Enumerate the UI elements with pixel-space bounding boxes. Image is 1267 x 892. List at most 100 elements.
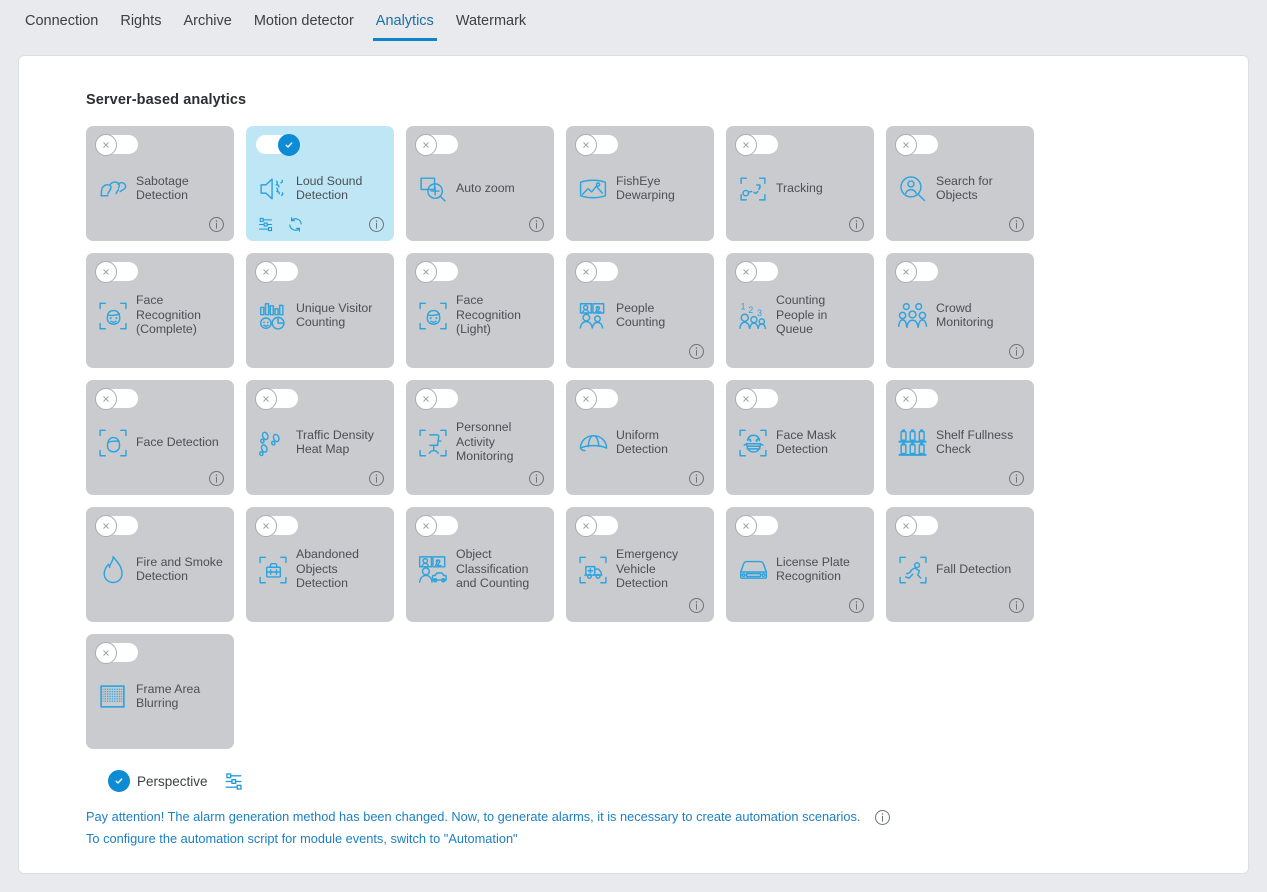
analytics-card[interactable]: Face Mask Detection bbox=[726, 380, 874, 495]
card-info-button[interactable] bbox=[848, 216, 865, 233]
card-label: License Plate Recognition bbox=[776, 554, 850, 584]
x-icon bbox=[582, 522, 589, 529]
analytics-card[interactable]: Shelf Fullness Check bbox=[886, 380, 1034, 495]
x-icon bbox=[102, 395, 109, 402]
card-footer bbox=[96, 469, 225, 488]
analytics-card[interactable]: License Plate Recognition bbox=[726, 507, 874, 622]
card-info-button[interactable] bbox=[688, 343, 705, 360]
card-body: Uniform Detection bbox=[576, 419, 704, 465]
module-toggle[interactable] bbox=[894, 133, 938, 156]
analytics-card[interactable]: Emergency Vehicle Detection bbox=[566, 507, 714, 622]
card-info-button[interactable] bbox=[1008, 470, 1025, 487]
card-info-button[interactable] bbox=[528, 470, 545, 487]
analytics-card[interactable]: Traffic Density Heat Map bbox=[246, 380, 394, 495]
card-info-button[interactable] bbox=[848, 597, 865, 614]
module-toggle[interactable] bbox=[894, 387, 938, 410]
analytics-card[interactable]: Face Detection bbox=[86, 380, 234, 495]
card-info-button[interactable] bbox=[1008, 597, 1025, 614]
analytics-card[interactable]: FishEye Dewarping bbox=[566, 126, 714, 241]
module-toggle[interactable] bbox=[414, 514, 458, 537]
module-toggle[interactable] bbox=[94, 387, 138, 410]
loud-sound-icon bbox=[256, 172, 288, 204]
toggle-knob bbox=[734, 514, 757, 537]
analytics-card[interactable]: Auto zoom bbox=[406, 126, 554, 241]
card-label: Sabotage Detection bbox=[136, 173, 189, 203]
tab-rights[interactable]: Rights bbox=[109, 13, 172, 41]
toggle-knob bbox=[414, 133, 437, 156]
module-toggle[interactable] bbox=[894, 514, 938, 537]
module-toggle[interactable] bbox=[94, 260, 138, 283]
module-toggle[interactable] bbox=[94, 514, 138, 537]
module-toggle[interactable] bbox=[94, 133, 138, 156]
tab-analytics[interactable]: Analytics bbox=[365, 13, 445, 41]
card-info-button[interactable] bbox=[208, 470, 225, 487]
module-toggle[interactable] bbox=[574, 514, 618, 537]
module-toggle[interactable] bbox=[254, 387, 298, 410]
card-label: Counting People in Queue bbox=[776, 293, 828, 337]
module-toggle[interactable] bbox=[256, 133, 300, 156]
module-toggle[interactable] bbox=[894, 260, 938, 283]
card-info-button[interactable] bbox=[528, 216, 545, 233]
perspective-toggle[interactable] bbox=[86, 770, 130, 792]
module-toggle[interactable] bbox=[734, 133, 778, 156]
note-info-icon[interactable] bbox=[874, 809, 891, 826]
analytics-card[interactable]: Loud Sound Detection bbox=[246, 126, 394, 241]
module-toggle[interactable] bbox=[734, 260, 778, 283]
analytics-card[interactable]: Personnel Activity Monitoring bbox=[406, 380, 554, 495]
x-icon bbox=[742, 395, 749, 402]
analytics-card[interactable]: Search for Objects bbox=[886, 126, 1034, 241]
card-label: Uniform Detection bbox=[616, 427, 668, 457]
analytics-card[interactable]: People Counting bbox=[566, 253, 714, 368]
module-toggle[interactable] bbox=[574, 260, 618, 283]
analytics-card[interactable]: Fire and Smoke Detection bbox=[86, 507, 234, 622]
tab-motion-detector[interactable]: Motion detector bbox=[243, 13, 365, 41]
perspective-label: Perspective bbox=[137, 773, 208, 789]
card-info-button[interactable] bbox=[1008, 343, 1025, 360]
module-toggle[interactable] bbox=[574, 133, 618, 156]
analytics-card[interactable]: Face Recognition (Complete) bbox=[86, 253, 234, 368]
analytics-card[interactable]: Tracking bbox=[726, 126, 874, 241]
card-info-button[interactable] bbox=[368, 216, 385, 233]
analytics-card[interactable]: Object Classification and Counting bbox=[406, 507, 554, 622]
card-body: License Plate Recognition bbox=[736, 546, 864, 592]
analytics-card[interactable]: Fall Detection bbox=[886, 507, 1034, 622]
analytics-card[interactable]: Crowd Monitoring bbox=[886, 253, 1034, 368]
analytics-card[interactable]: Frame Area Blurring bbox=[86, 634, 234, 749]
card-info-button[interactable] bbox=[208, 216, 225, 233]
sliders-icon bbox=[225, 772, 242, 790]
analytics-card[interactable]: Unique Visitor Counting bbox=[246, 253, 394, 368]
analytics-card[interactable]: Uniform Detection bbox=[566, 380, 714, 495]
card-info-button[interactable] bbox=[368, 470, 385, 487]
module-toggle[interactable] bbox=[734, 514, 778, 537]
search-objects-icon bbox=[896, 172, 928, 204]
card-footer bbox=[736, 215, 865, 234]
card-body: Search for Objects bbox=[896, 165, 1024, 211]
tab-watermark[interactable]: Watermark bbox=[445, 13, 537, 41]
analytics-card[interactable]: Face Recognition (Light) bbox=[406, 253, 554, 368]
card-info-button[interactable] bbox=[688, 597, 705, 614]
frame-area-blurring-icon bbox=[96, 680, 128, 712]
tab-archive[interactable]: Archive bbox=[172, 13, 242, 41]
analytics-card[interactable]: 123 Counting People in Queue bbox=[726, 253, 874, 368]
module-toggle[interactable] bbox=[574, 387, 618, 410]
card-footer bbox=[896, 342, 1025, 361]
module-toggle[interactable] bbox=[734, 387, 778, 410]
module-toggle[interactable] bbox=[414, 133, 458, 156]
check-icon bbox=[115, 778, 122, 784]
module-toggle[interactable] bbox=[254, 260, 298, 283]
card-settings-button[interactable] bbox=[256, 216, 274, 234]
perspective-settings-icon[interactable] bbox=[223, 770, 245, 792]
module-toggle[interactable] bbox=[94, 641, 138, 664]
card-footer bbox=[576, 469, 705, 488]
note-line-2: To configure the automation script for m… bbox=[86, 828, 1248, 850]
card-sync-button[interactable] bbox=[286, 216, 304, 234]
analytics-card[interactable]: Abandoned Objects Detection bbox=[246, 507, 394, 622]
card-info-button[interactable] bbox=[688, 470, 705, 487]
tab-connection[interactable]: Connection bbox=[14, 13, 109, 41]
module-toggle[interactable] bbox=[414, 260, 458, 283]
module-toggle[interactable] bbox=[254, 514, 298, 537]
module-toggle[interactable] bbox=[414, 387, 458, 410]
card-footer bbox=[416, 215, 545, 234]
analytics-card[interactable]: Sabotage Detection bbox=[86, 126, 234, 241]
card-info-button[interactable] bbox=[1008, 216, 1025, 233]
